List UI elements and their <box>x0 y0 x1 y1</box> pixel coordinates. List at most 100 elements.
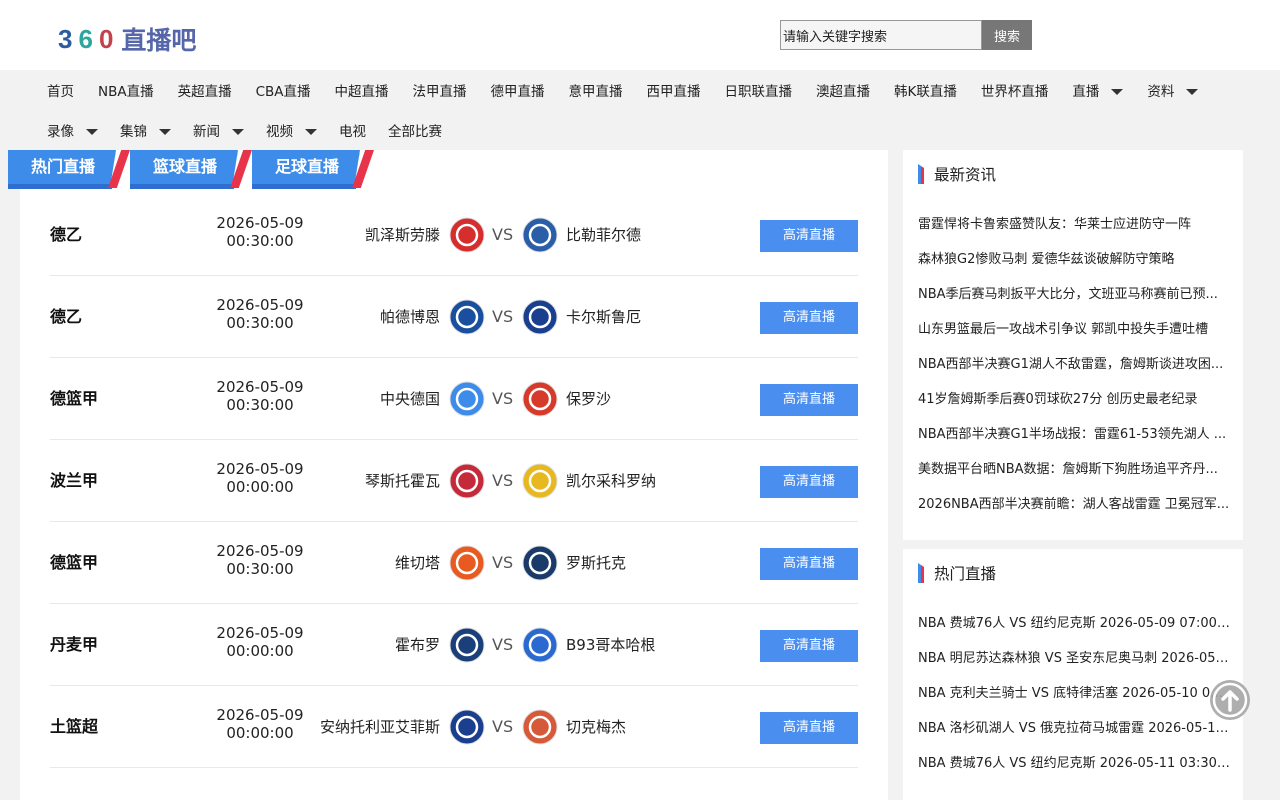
away-team-logo <box>521 708 559 746</box>
tab-hot-live[interactable]: 热门直播 <box>8 150 130 190</box>
nav-item-label: 新闻 <box>193 124 220 140</box>
search-button[interactable]: 搜索 <box>982 20 1032 50</box>
news-box: 最新资讯 雷霆悍将卡鲁索盛赞队友：华莱士应进防守一阵 森林狼G2惨败马刺 爱德华兹… <box>903 150 1243 540</box>
home-team-name: 帕德博恩 <box>379 308 440 326</box>
news-item-link[interactable]: NBA西部半决赛G1湖人不敌雷霆，詹姆斯谈进攻困... <box>918 353 1230 388</box>
nav-item[interactable]: 电视 <box>339 120 366 140</box>
hd-live-button[interactable]: 高清直播 <box>760 548 858 580</box>
vs-label: VS <box>492 717 514 736</box>
news-item-link[interactable]: NBA季后赛马刺扳平大比分，文班亚马称赛前已预... <box>918 283 1230 318</box>
home-team-logo <box>448 462 486 500</box>
nav-item-label: 英超直播 <box>177 84 232 100</box>
team-badge-icon <box>449 299 485 335</box>
nav-item[interactable]: 视频 <box>266 120 317 140</box>
nav-item[interactable]: 韩K联直播 <box>894 80 957 100</box>
nav-item[interactable]: 法甲直播 <box>413 80 467 100</box>
nav-item[interactable]: 西甲直播 <box>647 80 701 100</box>
hot-live-box: 热门直播 NBA 费城76人 VS 纽约尼克斯 2026-05-09 07:00… <box>903 549 1243 800</box>
nav-item[interactable]: 德甲直播 <box>491 80 545 100</box>
tab-label: 篮球直播 <box>152 157 217 176</box>
league-name: 丹麦甲 <box>50 635 99 654</box>
league-name: 德篮甲 <box>50 553 99 572</box>
tab-football-live[interactable]: 足球直播 <box>252 150 374 190</box>
home-team-name: 维切塔 <box>394 554 440 572</box>
team-badge-icon <box>449 709 485 745</box>
nav-item[interactable]: 英超直播 <box>178 80 232 100</box>
nav-item[interactable]: 日职联直播 <box>725 80 793 100</box>
nav-item[interactable]: 世界杯直播 <box>981 80 1049 100</box>
back-to-top-button[interactable] <box>1210 680 1250 720</box>
away-team-name: 罗斯托克 <box>566 554 627 572</box>
news-title: 最新资讯 <box>934 166 997 184</box>
news-item-link[interactable]: 雷霆悍将卡鲁索盛赞队友：华莱士应进防守一阵 <box>918 213 1230 248</box>
match-row: 德篮甲 2026-05-09 00:30:00 维切塔 VS 罗斯托克 高清直播 <box>50 522 858 604</box>
nav-item-label: 中超直播 <box>334 84 389 100</box>
match-list-panel: 热门直播 篮球直播 足球直播 德乙 2026-05-09 00:30:00 凯泽斯劳滕… <box>8 150 888 800</box>
tab-basketball-live[interactable]: 篮球直播 <box>130 150 252 190</box>
hot-live-item-link[interactable]: NBA 费城76人 VS 纽约尼克斯 2026-05-09 07:00:00 <box>918 612 1230 647</box>
news-item-link[interactable]: 41岁詹姆斯季后赛0罚球砍27分 创历史最老纪录 <box>918 388 1230 423</box>
away-team-logo <box>521 462 559 500</box>
news-item-link[interactable]: 森林狼G2惨败马刺 爱德华兹谈破解防守策略 <box>918 248 1230 283</box>
nav-item[interactable]: 澳超直播 <box>816 80 870 100</box>
nav-item-label: 全部比赛 <box>388 124 442 140</box>
hot-live-item-link[interactable]: NBA 克利夫兰骑士 VS 底特律活塞 2026-05-10 03:0... <box>918 682 1230 717</box>
home-team-name: 安纳托利亚艾菲斯 <box>319 718 440 736</box>
match-row: 德乙 2026-05-09 00:30:00 帕德博恩 VS 卡尔斯鲁厄 高清直播 <box>50 276 858 358</box>
team-badge-icon <box>522 463 558 499</box>
news-item-link[interactable]: 美数据平台晒NBA数据：詹姆斯下狗胜场追平齐丹... <box>918 458 1230 493</box>
hd-live-button[interactable]: 高清直播 <box>760 302 858 334</box>
team-badge-icon <box>449 463 485 499</box>
caret-down-icon <box>86 128 98 135</box>
news-item-link[interactable]: NBA西部半决赛G1半场战报：雷霆61-53领先湖人 ... <box>918 423 1230 458</box>
nav-item[interactable]: 首页 <box>47 80 74 100</box>
nav-item[interactable]: 全部比赛 <box>388 120 442 140</box>
caret-down-icon <box>1186 88 1199 95</box>
nav-item[interactable]: NBA直播 <box>98 80 154 100</box>
hot-live-item-link[interactable]: NBA 洛杉矶湖人 VS 俄克拉荷马城雷霆 2026-05-10 ... <box>918 717 1230 752</box>
hot-live-item-link[interactable]: NBA 费城76人 VS 纽约尼克斯 2026-05-11 03:30:00 <box>918 752 1230 787</box>
away-team-logo <box>521 216 559 254</box>
nav-item[interactable]: 直播 <box>1072 80 1124 100</box>
nav-item[interactable]: 意甲直播 <box>569 80 623 100</box>
logo-digit: 0 <box>98 23 114 54</box>
site-logo[interactable]: 3 6 0 直播吧 <box>58 22 196 56</box>
news-item-link[interactable]: 2026NBA西部半决赛前瞻：湖人客战雷霆 卫冕冠军... <box>918 493 1230 528</box>
away-team-logo <box>521 298 559 336</box>
news-list: 雷霆悍将卡鲁索盛赞队友：华莱士应进防守一阵 森林狼G2惨败马刺 爱德华兹谈破解防守… <box>918 213 1230 528</box>
hd-live-button[interactable]: 高清直播 <box>760 712 858 744</box>
vs-label: VS <box>492 225 514 244</box>
hd-live-button[interactable]: 高清直播 <box>760 384 858 416</box>
hd-live-button[interactable]: 高清直播 <box>760 630 858 662</box>
home-team-logo <box>448 380 486 418</box>
hd-live-button[interactable]: 高清直播 <box>760 220 858 252</box>
nav-item-label: 西甲直播 <box>646 84 701 100</box>
caret-down-icon <box>305 128 317 135</box>
logo-digit: 3 <box>58 23 73 54</box>
nav-item-label: 视频 <box>266 124 293 140</box>
nav-item[interactable]: 中超直播 <box>335 80 389 100</box>
hd-live-button[interactable]: 高清直播 <box>760 466 858 498</box>
vs-label: VS <box>492 389 514 408</box>
news-item-link[interactable]: 山东男篮最后一攻战术引争议 郭凯中投失手遭吐槽 <box>918 318 1230 353</box>
nav-item[interactable]: 录像 <box>47 120 98 140</box>
hot-live-item-link[interactable]: NBA 明尼苏达森林狼 VS 圣安东尼奥马刺 2026-05-... <box>918 647 1230 682</box>
nav-item[interactable]: 集锦 <box>120 120 171 140</box>
home-team-logo <box>448 626 486 664</box>
nav-item[interactable]: 新闻 <box>193 120 244 140</box>
team-badge-icon <box>522 299 558 335</box>
nav-item[interactable]: CBA直播 <box>256 80 311 100</box>
heading-bar-icon <box>918 563 924 583</box>
vs-label: VS <box>492 635 514 654</box>
league-name: 德乙 <box>50 307 83 326</box>
heading-bar-icon <box>918 164 924 184</box>
hot-live-heading: 热门直播 <box>918 563 996 583</box>
caret-down-icon <box>1111 88 1124 95</box>
team-badge-icon <box>449 545 485 581</box>
nav-item[interactable]: 资料 <box>1147 80 1199 100</box>
away-team-name: 切克梅杰 <box>566 718 627 736</box>
team-badge-icon <box>522 217 558 253</box>
nav-item-label: 直播 <box>1072 84 1100 100</box>
search-input[interactable] <box>780 20 982 50</box>
vs-label: VS <box>492 307 514 326</box>
